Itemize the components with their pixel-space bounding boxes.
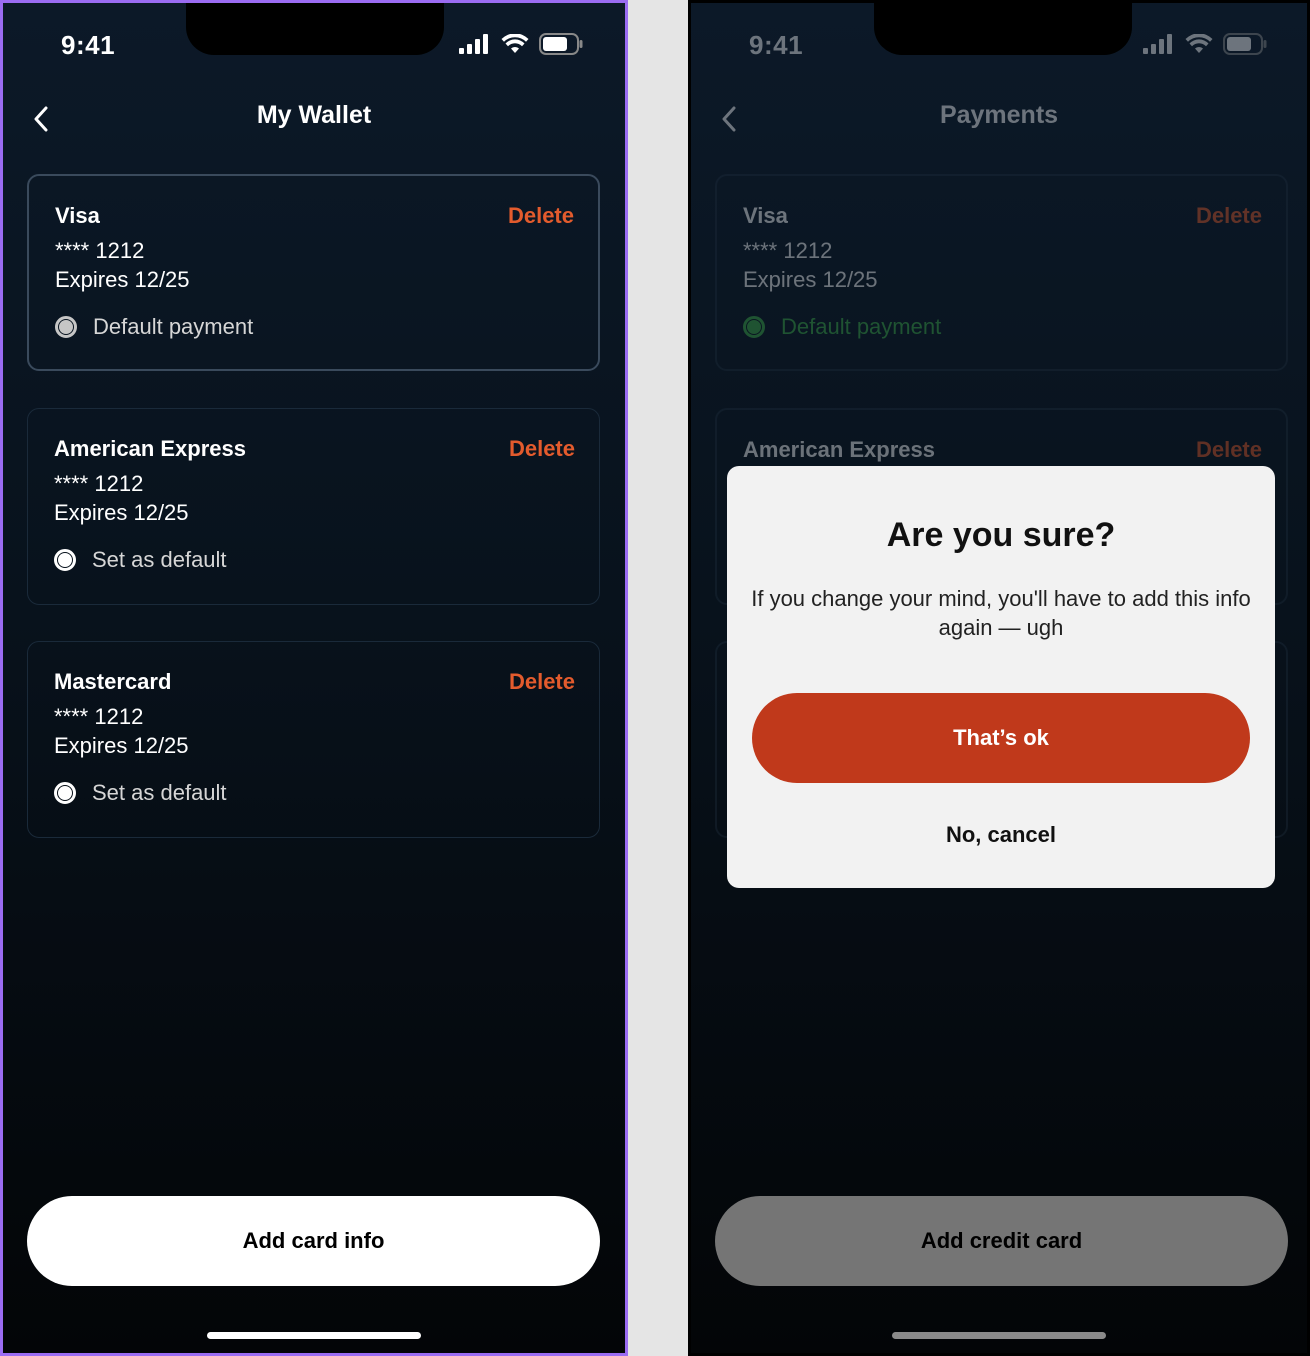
card-visa[interactable]: Visa Delete **** 1212 Expires 12/25 Defa… [27,174,600,371]
status-icons [459,33,583,55]
card-name: Mastercard [54,669,172,694]
default-payment-radio[interactable]: Default payment [55,314,253,340]
default-payment-radio[interactable]: Default payment [743,314,941,340]
delete-button[interactable]: Delete [509,669,575,695]
radio-label: Default payment [93,314,254,339]
wifi-icon [1185,34,1213,53]
card-number: **** 1212 [54,704,144,729]
confirm-delete-dialog: Are you sure? If you change your mind, y… [727,466,1275,888]
battery-icon [539,33,583,55]
delete-button[interactable]: Delete [508,203,574,229]
radio-button-icon [743,316,765,338]
card-expiry: Expires 12/25 [55,267,190,292]
card-expiry: Expires 12/25 [54,500,189,525]
set-default-radio[interactable]: Set as default [54,547,227,573]
delete-button[interactable]: Delete [509,436,575,462]
cellular-signal-icon [1143,34,1172,54]
card-expiry: Expires 12/25 [54,733,189,758]
card-number: **** 1212 [55,238,145,263]
delete-button[interactable]: Delete [1196,203,1262,229]
card-number: **** 1212 [54,471,144,496]
battery-icon [1223,33,1267,55]
card-expiry: Expires 12/25 [743,267,878,292]
cellular-signal-icon [459,34,488,54]
navigation-bar: Payments [691,91,1307,145]
add-card-info-button[interactable]: Add card info [27,1196,600,1286]
set-default-radio[interactable]: Set as default [54,780,227,806]
notch [874,3,1132,55]
card-mastercard[interactable]: Mastercard Delete **** 1212 Expires 12/2… [27,641,600,838]
card-american-express[interactable]: American Express Delete **** 1212 Expire… [27,408,600,605]
delete-button[interactable]: Delete [1196,437,1262,463]
radio-label: Set as default [92,780,227,805]
dialog-title: Are you sure? [886,516,1116,554]
radio-button-icon [54,782,76,804]
dialog-message: If you change your mind, you'll have to … [751,586,1251,640]
card-name: Visa [743,203,788,228]
home-indicator [207,1332,421,1339]
status-icons [1143,33,1267,55]
card-number: **** 1212 [743,238,833,263]
cancel-button[interactable]: No, cancel [727,822,1275,848]
wifi-icon [501,34,529,53]
radio-label: Set as default [92,547,227,572]
home-indicator [892,1332,1106,1339]
add-credit-card-button[interactable]: Add credit card [715,1196,1288,1286]
card-name: American Express [743,437,935,462]
page-title: Payments [939,101,1059,129]
payments-screen: 9:41 Payments Visa Delete **** 1212 Expi… [688,0,1310,1356]
radio-label: Default payment [781,314,942,339]
status-time: 9:41 [61,30,116,60]
navigation-bar: My Wallet [3,91,625,145]
page-title: My Wallet [256,101,372,129]
status-time: 9:41 [749,30,804,60]
radio-button-icon [55,316,77,338]
card-name: American Express [54,436,246,461]
radio-button-icon [54,549,76,571]
card-visa[interactable]: Visa Delete **** 1212 Expires 12/25 Defa… [715,174,1288,371]
notch [186,3,444,55]
confirm-button[interactable]: That’s ok [752,693,1250,783]
card-name: Visa [55,203,100,228]
wallet-screen: 9:41 My Wallet Visa Delete **** 1212 Exp… [0,0,628,1356]
